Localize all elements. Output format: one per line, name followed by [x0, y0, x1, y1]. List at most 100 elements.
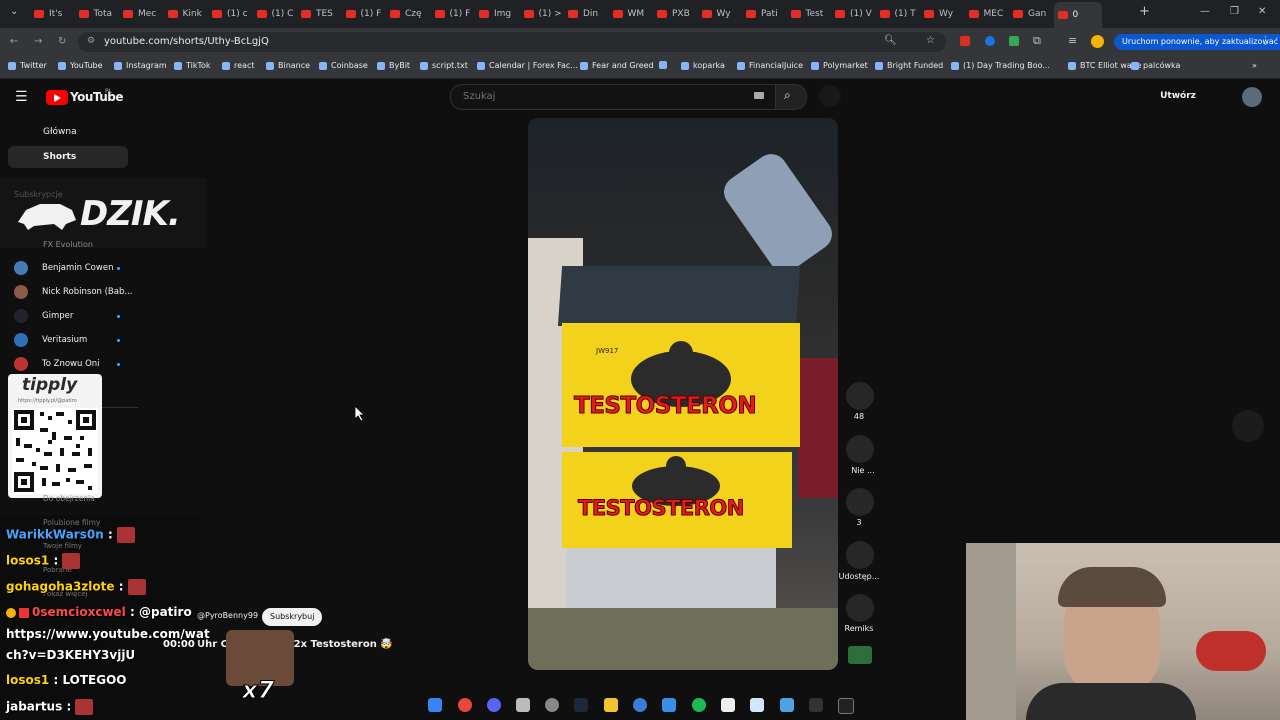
- bookmark-item[interactable]: YouTube: [58, 61, 103, 70]
- browser-tab[interactable]: (1) C: [253, 4, 297, 24]
- sidebar-channel-benjamin-cowen[interactable]: Benjamin Cowen: [14, 260, 120, 276]
- short-channel-name[interactable]: @PyroBenny99: [197, 611, 258, 620]
- remix-button[interactable]: [846, 594, 874, 622]
- sidebar-channel-to-znowu-oni[interactable]: To Znowu Oni: [14, 356, 120, 372]
- browser-tab[interactable]: (1) T: [876, 4, 920, 24]
- like-button[interactable]: [846, 382, 874, 410]
- steam-taskbar-icon[interactable]: [574, 698, 588, 712]
- browser-tab[interactable]: Mec: [119, 4, 163, 24]
- spotify-taskbar-icon[interactable]: [692, 698, 706, 712]
- chrome-taskbar-icon[interactable]: [458, 698, 472, 712]
- sidebar-item-home[interactable]: Główna: [43, 127, 77, 137]
- restore-icon[interactable]: ❐: [1230, 6, 1239, 17]
- site-info-icon[interactable]: ⚙: [87, 36, 95, 46]
- tab-search-icon[interactable]: ⌄: [10, 6, 18, 17]
- share-button[interactable]: [846, 541, 874, 569]
- bookmark-item[interactable]: Bright Funded: [875, 61, 943, 70]
- bookmark-item[interactable]: Twitter: [8, 61, 47, 70]
- discord-taskbar-icon[interactable]: [487, 698, 501, 712]
- account-avatar[interactable]: [1242, 87, 1262, 107]
- extension-icon-2[interactable]: [985, 36, 995, 46]
- close-window-icon[interactable]: ✕: [1258, 6, 1266, 17]
- browser-tab[interactable]: 0: [1053, 2, 1102, 28]
- explorer-taskbar-icon[interactable]: [604, 698, 618, 712]
- browser-tab[interactable]: Test: [787, 4, 831, 24]
- sidebar-channel-nick-robinson[interactable]: Nick Robinson (Bab...: [14, 284, 132, 300]
- youtube-logo-icon[interactable]: [46, 90, 68, 105]
- media-controls-icon[interactable]: ≡: [1068, 34, 1077, 47]
- browser-tab[interactable]: Img: [475, 4, 519, 24]
- voice-search-button[interactable]: [819, 85, 841, 107]
- bookmark-item[interactable]: Fear and Greed: [580, 61, 654, 70]
- sidebar-channel-gimper[interactable]: Gimper: [14, 308, 120, 324]
- bookmark-item[interactable]: Coinbase: [319, 61, 368, 70]
- extensions-puzzle-icon[interactable]: ⧉: [1033, 34, 1041, 48]
- zoom-icon[interactable]: 🔍︎: [884, 35, 897, 46]
- update-restart-button[interactable]: Uruchom ponownie, aby zaktualizować: [1114, 34, 1280, 50]
- browser-tab[interactable]: Pati: [742, 4, 786, 24]
- reload-icon[interactable]: ↻: [58, 36, 66, 47]
- subscribe-button[interactable]: Subskrybuj: [262, 608, 323, 626]
- browser-menu-icon[interactable]: ⋮: [1260, 34, 1271, 47]
- notepad-taskbar-icon[interactable]: [750, 698, 764, 712]
- next-short-button[interactable]: [1232, 410, 1264, 442]
- edge-taskbar-icon[interactable]: [633, 698, 647, 712]
- windows-start-icon[interactable]: [428, 698, 442, 712]
- settings-taskbar-icon[interactable]: [545, 698, 559, 712]
- youtube-logo-text[interactable]: YouTube: [70, 90, 124, 104]
- browser-tab[interactable]: (1) F: [342, 4, 386, 24]
- bookmark-item[interactable]: TikTok: [174, 61, 211, 70]
- app-taskbar-icon-3[interactable]: [721, 698, 735, 712]
- app-taskbar-icon-4[interactable]: [780, 698, 794, 712]
- new-tab-button[interactable]: +: [1139, 4, 1150, 19]
- browser-tab[interactable]: MEC: [965, 4, 1009, 24]
- bookmark-item[interactable]: FinancialJuice: [737, 61, 803, 70]
- browser-tab[interactable]: Gan: [1009, 4, 1053, 24]
- short-video-player[interactable]: JW917 TESTOSTERON TESTOSTERON: [528, 118, 838, 670]
- forward-icon[interactable]: →: [34, 36, 42, 47]
- search-button[interactable]: ⌕: [775, 84, 807, 110]
- bookmark-item[interactable]: [659, 61, 671, 69]
- search-input[interactable]: [461, 90, 745, 103]
- bookmark-item[interactable]: Binance: [266, 61, 310, 70]
- keyboard-icon[interactable]: [754, 92, 764, 99]
- browser-tab[interactable]: PXB: [653, 4, 697, 24]
- browser-tab[interactable]: Tota: [75, 4, 119, 24]
- create-button[interactable]: Utwórz: [1150, 84, 1206, 108]
- sidebar-item-watch-later[interactable]: Do obejrzenia: [43, 494, 95, 503]
- sidebar-item-shorts[interactable]: Shorts: [8, 146, 128, 168]
- obs-taskbar-icon[interactable]: [809, 698, 823, 712]
- bookmark-star-icon[interactable]: ☆: [926, 35, 935, 46]
- search-box[interactable]: [450, 84, 777, 110]
- hamburger-menu-icon[interactable]: ☰: [15, 89, 28, 105]
- more-bookmarks-icon[interactable]: »: [1252, 61, 1257, 70]
- browser-tab[interactable]: Kink: [164, 4, 208, 24]
- bookmark-item[interactable]: (1) Day Trading Boo...: [951, 61, 1050, 70]
- browser-tab[interactable]: TES: [297, 4, 341, 24]
- minimize-icon[interactable]: —: [1200, 6, 1210, 17]
- browser-tab[interactable]: Czę: [386, 4, 430, 24]
- terminal-taskbar-icon[interactable]: [838, 698, 854, 714]
- bookmark-item[interactable]: Calendar | Forex Fac...: [477, 61, 578, 70]
- browser-tab[interactable]: (1) >: [520, 4, 564, 24]
- back-icon[interactable]: ←: [10, 36, 18, 47]
- sound-thumbnail[interactable]: [848, 646, 872, 664]
- browser-tab[interactable]: Din: [564, 4, 608, 24]
- browser-tab[interactable]: Wy: [920, 4, 964, 24]
- bookmark-item[interactable]: palcówka: [1131, 61, 1180, 70]
- bookmark-item[interactable]: Instagram: [114, 61, 167, 70]
- bookmark-item[interactable]: Polymarket: [811, 61, 868, 70]
- sidebar-channel-veritasium[interactable]: Veritasium: [14, 332, 120, 348]
- browser-tab[interactable]: Wy: [698, 4, 742, 24]
- bookmark-item[interactable]: ByBit: [377, 61, 410, 70]
- app-taskbar-icon[interactable]: [516, 698, 530, 712]
- browser-tab[interactable]: (1) c: [208, 4, 252, 24]
- browser-tab[interactable]: (1) V: [831, 4, 875, 24]
- profile-avatar[interactable]: [1091, 35, 1104, 48]
- browser-tab[interactable]: WM: [609, 4, 653, 24]
- comments-button[interactable]: [846, 488, 874, 516]
- dislike-button[interactable]: [846, 435, 874, 463]
- address-bar[interactable]: ⚙ youtube.com/shorts/Uthy-BcLgjQ 🔍︎ ☆: [78, 32, 946, 52]
- app-taskbar-icon-2[interactable]: [662, 698, 676, 712]
- browser-tab[interactable]: It's: [30, 4, 74, 24]
